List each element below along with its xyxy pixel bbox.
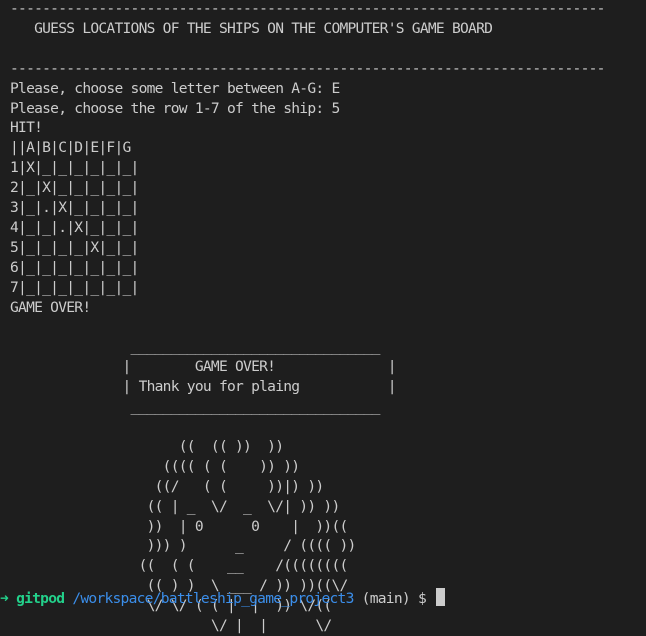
shell-prompt[interactable]: ➜ gitpod /workspace/battleship_game_proj… [0,588,446,608]
prompt-git-branch: (main) [361,590,411,607]
terminal-output: ----------------------------------------… [10,0,605,635]
prompt-path: /workspace/battleship_game_project3 [72,590,354,607]
prompt-user: gitpod [16,590,65,607]
terminal-cursor[interactable] [436,588,446,606]
terminal-panel[interactable]: ----------------------------------------… [0,0,646,634]
prompt-dollar-sign: $ [417,590,427,607]
prompt-arrow-icon: ➜ [0,590,17,607]
